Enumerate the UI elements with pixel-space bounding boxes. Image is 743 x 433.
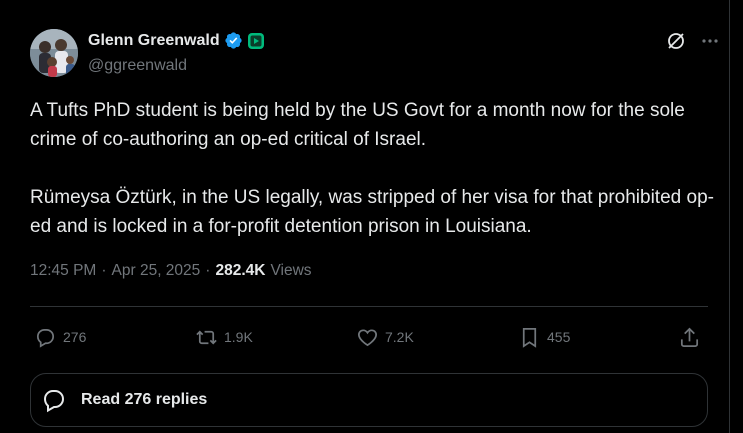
like-button[interactable]: 7.2K: [356, 318, 414, 356]
views-count[interactable]: 282.4K: [215, 262, 265, 280]
bookmark-button[interactable]: 455: [518, 318, 570, 356]
read-replies-label: Read 276 replies: [81, 391, 208, 408]
post-meta: 12:45 PM · Apr 25, 2025 · 282.4K Views: [30, 262, 312, 280]
divider: [30, 306, 708, 307]
author-name[interactable]: Glenn Greenwald: [88, 32, 220, 50]
grok-icon[interactable]: [666, 31, 686, 51]
subscription-badge-icon[interactable]: [247, 32, 265, 50]
post-text: A Tufts PhD student is being held by the…: [30, 100, 714, 237]
avatar[interactable]: [30, 29, 78, 77]
meta-separator-2: ·: [205, 262, 211, 279]
more-icon[interactable]: [700, 31, 720, 51]
bookmark-icon: [522, 327, 537, 348]
post-time[interactable]: 12:45 PM: [30, 262, 96, 280]
column-border: [729, 0, 730, 433]
avatar-image: [30, 29, 78, 77]
reply-icon: [36, 328, 55, 348]
repost-button[interactable]: 1.9K: [195, 318, 253, 356]
read-replies-button[interactable]: Read 276 replies: [30, 373, 708, 427]
reply-bubble-icon: [41, 387, 67, 413]
header-actions: [666, 31, 720, 51]
share-button[interactable]: [678, 318, 701, 356]
name-row: Glenn Greenwald: [88, 31, 265, 50]
author-handle[interactable]: @ggreenwald: [88, 57, 187, 75]
reply-count: 276: [63, 329, 87, 345]
like-icon: [358, 328, 377, 346]
share-icon: [680, 327, 699, 347]
repost-icon: [196, 330, 217, 344]
like-count: 7.2K: [385, 329, 414, 345]
repost-count: 1.9K: [224, 329, 253, 345]
views-label: Views: [270, 262, 312, 279]
meta-separator: ·: [101, 262, 107, 279]
reply-button[interactable]: 276: [34, 318, 86, 356]
post-date[interactable]: Apr 25, 2025: [112, 262, 201, 280]
post-header: Glenn Greenwald @ggreenwald: [30, 29, 720, 77]
action-bar: 276 1.9K 7.2K 455: [30, 318, 708, 356]
verified-badge-icon[interactable]: [224, 31, 243, 50]
bookmark-count: 455: [547, 329, 571, 345]
